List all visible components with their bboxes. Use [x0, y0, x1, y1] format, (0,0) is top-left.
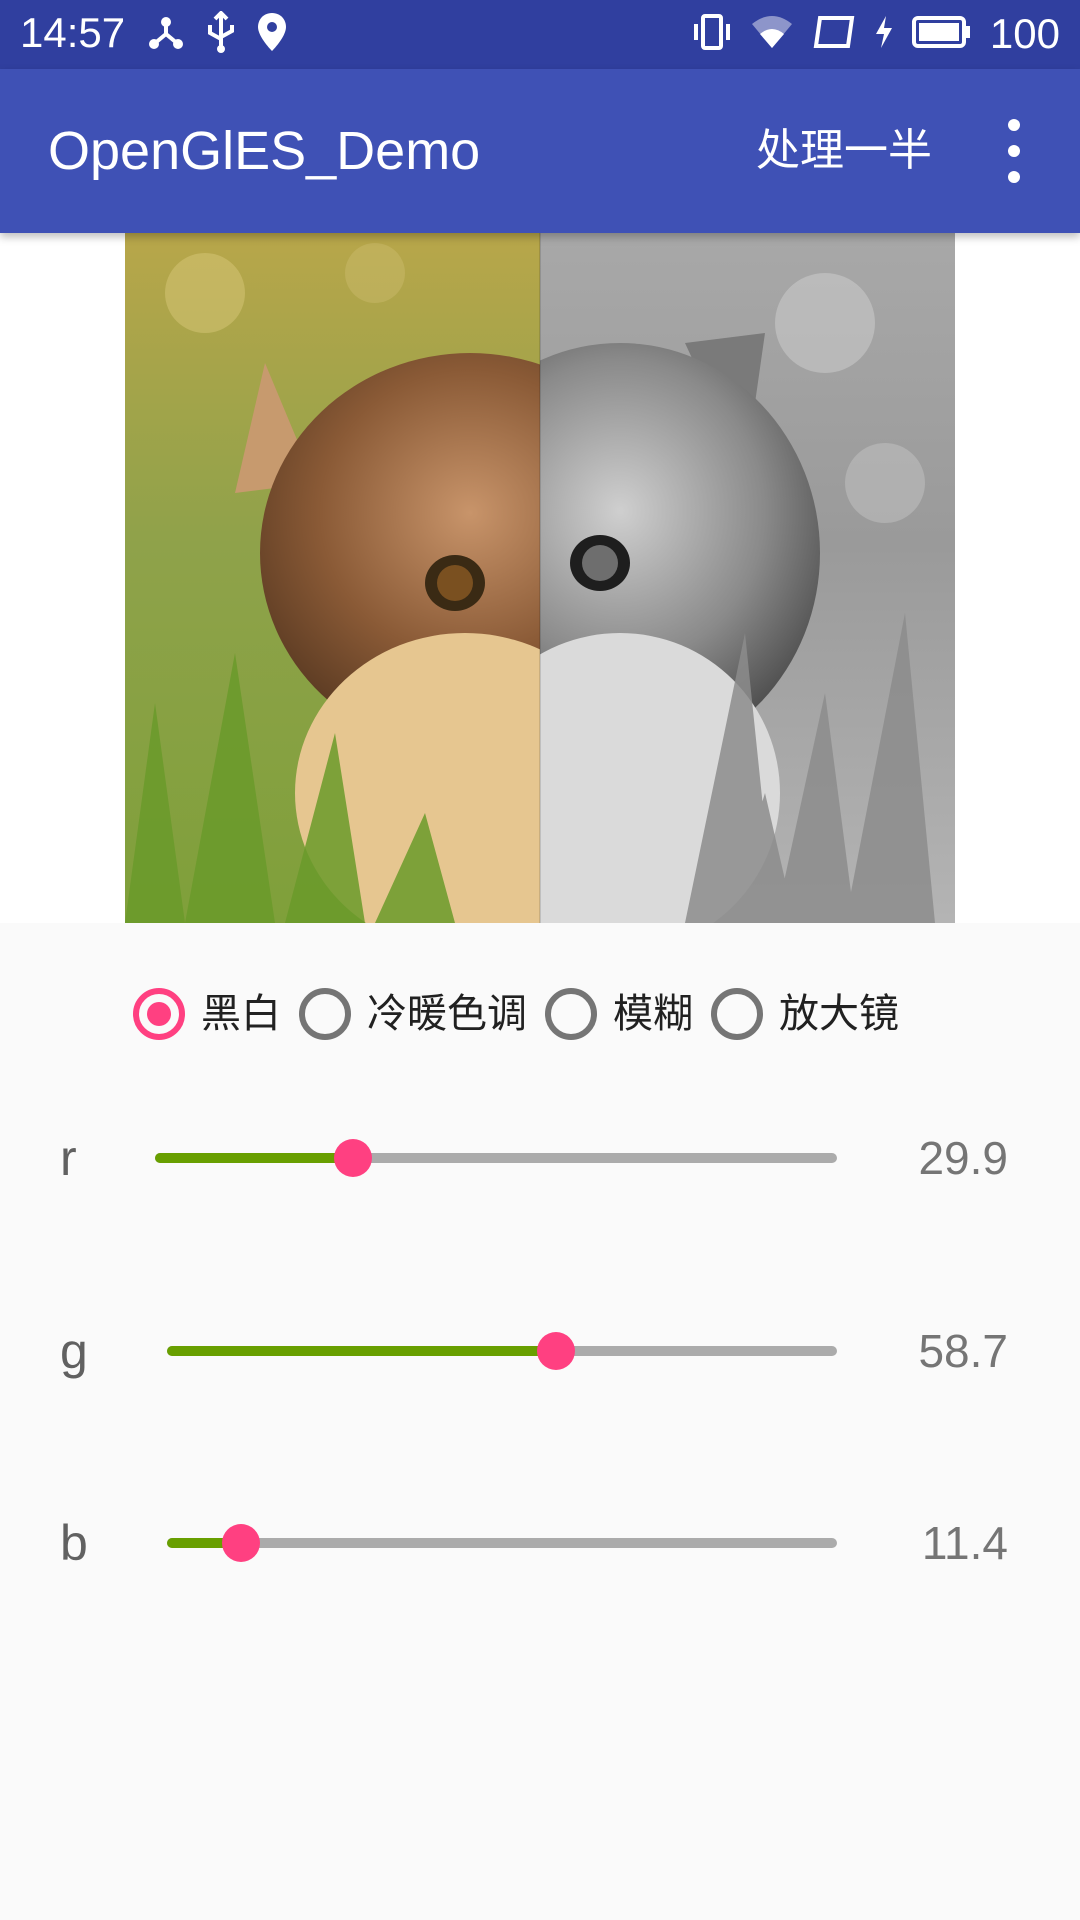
kitten-photo	[125, 233, 955, 923]
status-time: 14:57	[20, 9, 126, 56]
slider-row-r: r 29.9	[0, 1118, 1080, 1198]
slider-thumb[interactable]	[221, 1524, 260, 1562]
slider-value-g: 58.7	[918, 1325, 1008, 1377]
radio-blur[interactable]: 模糊	[545, 988, 693, 1040]
radio-label: 冷暖色调	[367, 991, 527, 1037]
radio-warm-cool[interactable]: 冷暖色调	[299, 988, 527, 1040]
slider-row-b: b 11.4	[0, 1503, 1080, 1583]
app-bar: OpenGlES_Demo 处理一半	[0, 69, 1080, 233]
radio-black-white[interactable]: 黑白	[133, 988, 281, 1040]
half-process-menu-button[interactable]: 处理一半	[756, 121, 932, 181]
tablet-icon	[812, 14, 856, 55]
radio-label: 模糊	[613, 991, 693, 1037]
radio-unchecked-icon[interactable]	[299, 988, 351, 1040]
slider-b[interactable]	[167, 1524, 837, 1562]
app-title: OpenGlES_Demo	[48, 121, 481, 181]
preview-area	[0, 233, 1080, 923]
slider-fill	[155, 1153, 353, 1163]
slider-label-b: b	[60, 1515, 88, 1571]
status-left-icons	[146, 9, 288, 58]
radio-unchecked-icon[interactable]	[711, 988, 763, 1040]
battery-percent: 100	[989, 10, 1060, 57]
slider-thumb[interactable]	[536, 1332, 575, 1370]
radio-label: 放大镜	[779, 991, 899, 1037]
status-right-icons: 100	[692, 10, 1060, 58]
photo-split-line	[539, 233, 541, 923]
radio-checked-icon[interactable]	[133, 988, 185, 1040]
radio-magnifier[interactable]: 放大镜	[711, 988, 899, 1040]
usb-icon	[206, 9, 236, 58]
slider-g[interactable]	[167, 1332, 837, 1370]
battery-icon	[911, 14, 972, 55]
wifi-icon	[750, 12, 794, 57]
more-vert-icon[interactable]	[990, 119, 1038, 183]
vibrate-icon	[692, 12, 732, 57]
share-icon	[146, 12, 186, 57]
slider-thumb[interactable]	[333, 1139, 372, 1177]
slider-label-g: g	[60, 1323, 88, 1379]
slider-value-b: 11.4	[921, 1517, 1008, 1569]
location-icon	[256, 11, 288, 58]
slider-value-r: 29.9	[918, 1132, 1008, 1184]
slider-r[interactable]	[155, 1139, 837, 1177]
slider-fill	[167, 1346, 556, 1356]
slider-row-g: g 58.7	[0, 1311, 1080, 1391]
filter-radio-group: 黑白 冷暖色调 模糊 放大镜	[133, 984, 917, 1044]
charging-icon	[874, 14, 894, 55]
status-bar: 14:57 100	[0, 0, 1080, 69]
radio-unchecked-icon[interactable]	[545, 988, 597, 1040]
slider-label-r: r	[60, 1130, 77, 1186]
radio-label: 黑白	[201, 991, 281, 1037]
